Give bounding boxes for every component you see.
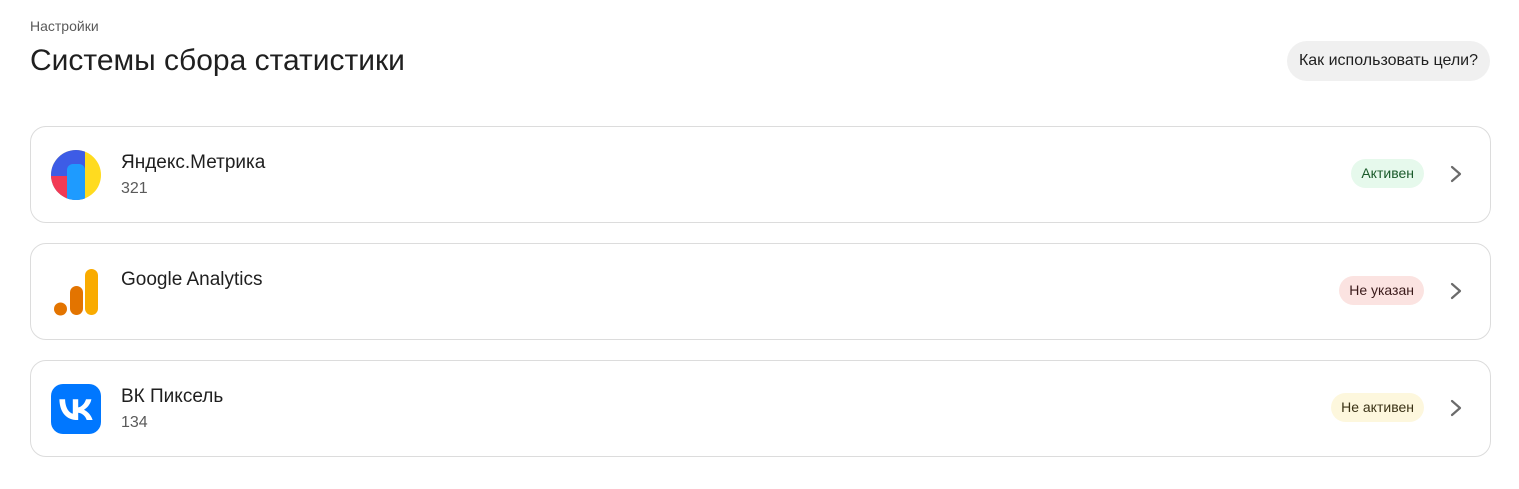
system-card-vk-pixel[interactable]: ВК Пиксель 134 Не активен bbox=[30, 360, 1491, 457]
chevron-right-icon[interactable] bbox=[1446, 397, 1466, 419]
system-count: 321 bbox=[121, 180, 148, 197]
how-to-use-goals-button[interactable]: Как использовать цели? bbox=[1286, 41, 1490, 81]
status-badge: Не активен bbox=[1331, 393, 1424, 422]
vk-icon bbox=[51, 384, 101, 434]
chevron-right-icon[interactable] bbox=[1446, 163, 1466, 185]
status-badge: Не указан bbox=[1339, 276, 1424, 305]
system-card-google-analytics[interactable]: Google Analytics Не указан bbox=[30, 243, 1491, 340]
system-card-yandex-metrika[interactable]: Яндекс.Метрика 321 Активен bbox=[30, 126, 1491, 223]
google-analytics-icon bbox=[51, 267, 101, 317]
system-name: ВК Пиксель bbox=[121, 386, 224, 407]
yandex-metrika-icon bbox=[51, 150, 101, 200]
system-name: Яндекс.Метрика bbox=[121, 152, 266, 173]
page: Настройки Системы сбора статистики Как и… bbox=[0, 0, 1519, 489]
breadcrumb[interactable]: Настройки bbox=[30, 17, 99, 35]
chevron-right-icon[interactable] bbox=[1446, 280, 1466, 302]
status-badge: Активен bbox=[1351, 159, 1424, 188]
stats-systems-list: Яндекс.Метрика 321 Активен Google Analyt… bbox=[30, 126, 1491, 477]
system-count: 134 bbox=[121, 414, 148, 431]
page-title: Системы сбора статистики bbox=[30, 44, 405, 77]
system-name: Google Analytics bbox=[121, 269, 263, 290]
